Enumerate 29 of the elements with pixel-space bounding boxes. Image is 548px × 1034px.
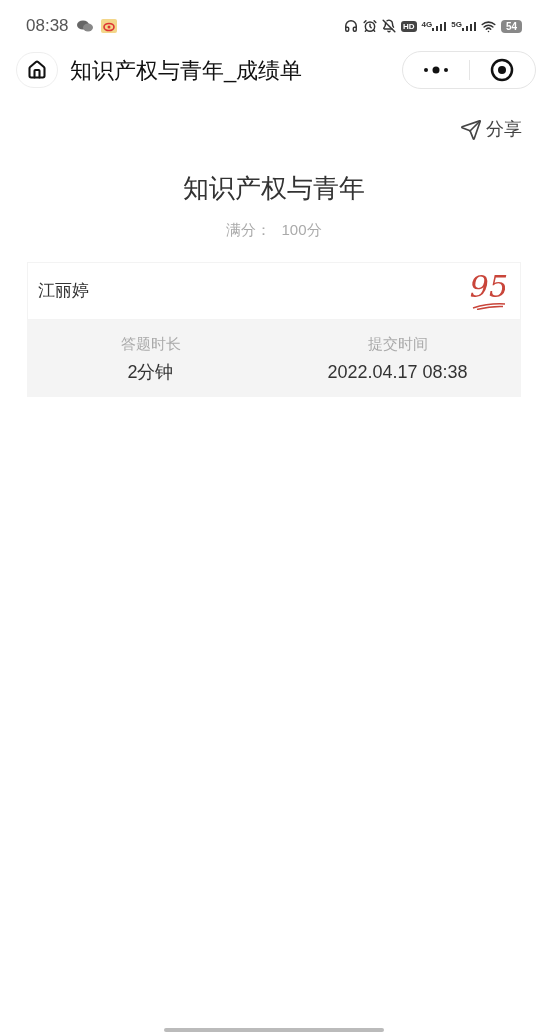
signal-icon	[461, 21, 476, 31]
student-name: 江丽婷	[38, 279, 89, 302]
stat-value: 2分钟	[127, 362, 174, 381]
stat-value: 2022.04.17 08:38	[327, 362, 468, 381]
eye-app-icon	[100, 19, 117, 33]
target-icon	[490, 58, 515, 82]
battery-indicator: 54	[500, 19, 522, 33]
hd-badge: HD	[400, 20, 417, 32]
more-dots-icon	[422, 66, 449, 74]
bell-muted-icon	[381, 19, 396, 33]
exam-title: 知识产权与青年	[182, 175, 366, 201]
chat-bubbles-icon	[76, 20, 93, 32]
page-title: 知识产权与青年_成绩单	[70, 56, 303, 85]
full-score-value: 100分	[281, 220, 322, 240]
stat-label: 答题时长	[120, 335, 181, 351]
full-score-label: 满分：	[226, 220, 272, 240]
alarm-clock-icon	[362, 19, 377, 33]
wifi-icon	[480, 18, 496, 34]
paper-plane-icon	[460, 118, 482, 141]
score: 95	[469, 271, 508, 302]
share-button[interactable]: 分享	[460, 116, 522, 143]
signal-icon	[432, 21, 447, 31]
home-icon	[27, 60, 47, 80]
stat-label: 提交时间	[367, 335, 428, 351]
score-underline-icon	[470, 301, 507, 310]
network-label: 4G	[421, 21, 433, 29]
status-time: 08:38	[26, 15, 69, 38]
network-label: 5G	[451, 21, 462, 29]
headphones-icon	[343, 19, 358, 33]
